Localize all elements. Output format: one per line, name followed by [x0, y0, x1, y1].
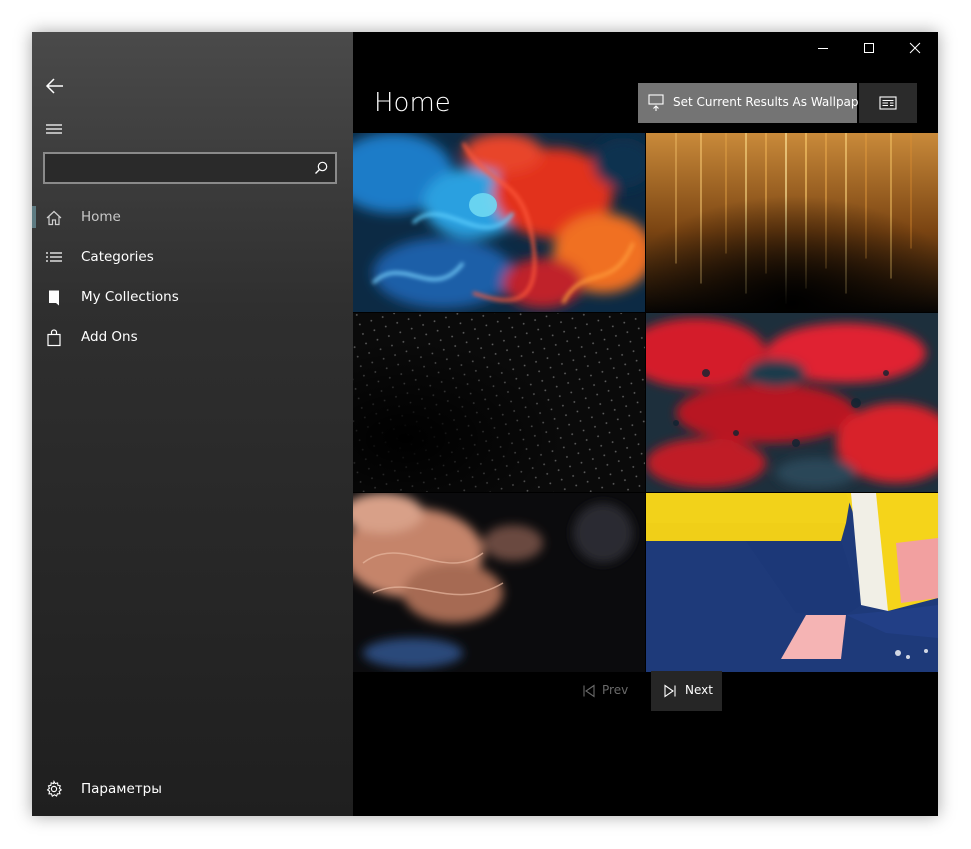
back-arrow-icon: [45, 78, 63, 94]
settings-item[interactable]: Параметры: [32, 774, 353, 806]
nav-item-categories[interactable]: Categories: [32, 238, 353, 278]
nav-item-label: My Collections: [81, 289, 179, 305]
wallpaper-thumbnail: [646, 313, 938, 492]
page-title: Home: [374, 88, 451, 118]
minimize-button[interactable]: [800, 32, 846, 64]
wallpaper-tile[interactable]: [353, 133, 645, 312]
skip-forward-icon: [664, 684, 676, 698]
sidebar: Home Categories My Collections Add Ons П…: [32, 32, 353, 816]
close-button[interactable]: [892, 32, 938, 64]
wallpaper-tile[interactable]: [353, 493, 645, 672]
maximize-icon: [864, 43, 874, 53]
list-icon: [46, 252, 62, 262]
collection-icon: [49, 290, 59, 306]
wallpaper-thumbnail: [353, 313, 645, 492]
wallpaper-thumbnail: [646, 493, 938, 672]
nav-item-label: Categories: [81, 249, 154, 265]
set-wallpaper-button[interactable]: Set Current Results As Wallpaper: [638, 83, 871, 123]
pager: Prev Next: [353, 671, 938, 711]
settings-label: Параметры: [81, 781, 162, 797]
search-input[interactable]: [45, 154, 315, 182]
nav-item-my-collections[interactable]: My Collections: [32, 278, 353, 318]
search-box[interactable]: [43, 152, 337, 184]
next-button[interactable]: Next: [651, 671, 722, 711]
back-button[interactable]: [40, 70, 72, 102]
next-label: Next: [685, 683, 713, 697]
maximize-button[interactable]: [846, 32, 892, 64]
shopping-bag-icon: [47, 329, 61, 347]
nav-item-label: Home: [81, 209, 121, 225]
wallpaper-grid: [353, 133, 938, 672]
wallpaper-tile[interactable]: [646, 493, 938, 672]
wallpaper-tile[interactable]: [353, 313, 645, 492]
gear-icon: [46, 780, 63, 798]
nav-item-label: Add Ons: [81, 329, 138, 345]
main-content: Home Set Current Results As Wallpaper Pr…: [353, 32, 938, 816]
hamburger-button[interactable]: [40, 114, 72, 146]
wallpaper-tile[interactable]: [646, 133, 938, 312]
set-wallpaper-label: Set Current Results As Wallpaper: [673, 95, 871, 109]
app-window: Home Categories My Collections Add Ons П…: [32, 32, 938, 816]
search-icon[interactable]: [313, 160, 329, 176]
wallpaper-set-icon: [648, 94, 664, 111]
hamburger-icon: [46, 124, 62, 134]
wallpaper-thumbnail: [353, 133, 645, 312]
wallpaper-thumbnail: [646, 133, 938, 312]
prev-button[interactable]: Prev: [571, 671, 635, 711]
wallpaper-thumbnail: [353, 493, 645, 672]
prev-label: Prev: [602, 683, 629, 697]
slideshow-icon: [879, 96, 897, 110]
nav-item-home[interactable]: Home: [32, 198, 353, 238]
slideshow-button[interactable]: [859, 83, 917, 123]
selection-indicator: [32, 206, 36, 228]
nav-list: Home Categories My Collections Add Ons: [32, 198, 353, 358]
minimize-icon: [818, 48, 828, 49]
skip-back-icon: [583, 684, 595, 698]
close-icon: [909, 42, 921, 54]
home-icon: [46, 210, 62, 226]
nav-item-add-ons[interactable]: Add Ons: [32, 318, 353, 358]
wallpaper-tile[interactable]: [646, 313, 938, 492]
